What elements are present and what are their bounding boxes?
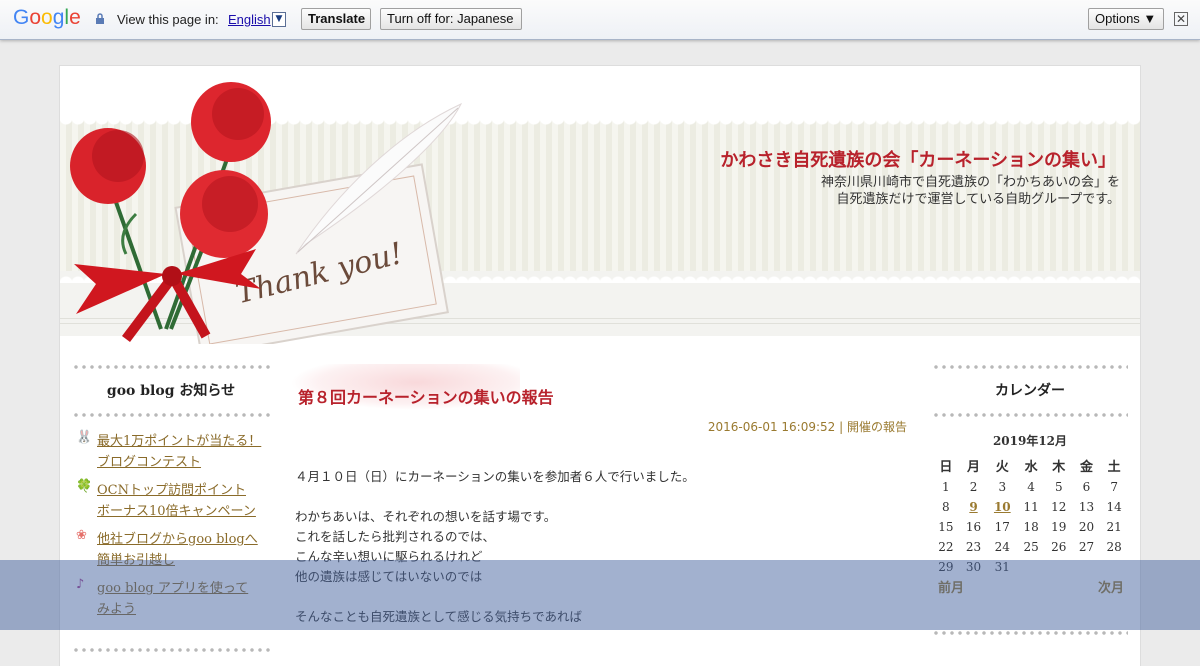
bottom-overlay [0, 560, 1200, 630]
view-page-label: View this page in: [117, 12, 219, 27]
notice-link[interactable]: 最大1万ポイントが当たる！ ブログコンテスト [97, 434, 261, 470]
calendar-day-link[interactable]: 10 [987, 497, 1017, 517]
calendar-day: 3 [998, 480, 1007, 494]
calendar-day: 21 [1106, 520, 1122, 534]
meta-separator: | [835, 420, 847, 434]
translate-button[interactable]: Translate [301, 8, 371, 30]
options-button[interactable]: Options ▼ [1088, 8, 1164, 30]
notice-link[interactable]: OCNトップ訪問ポイント ボーナス10倍キャンペーン [97, 483, 256, 519]
calendar-day: 20 [1078, 520, 1095, 534]
carnation-illustration: Thank you! [70, 82, 463, 344]
close-icon[interactable]: ✕ [1174, 12, 1188, 26]
notice-item: 🐰 最大1万ポイントが当たる！ ブログコンテスト [76, 430, 270, 472]
calendar-day: 8 [942, 500, 950, 514]
weekday-header: 土 [1107, 459, 1121, 475]
calendar-week: 15 16 17 18 19 20 21 [932, 517, 1128, 537]
calendar-day: 28 [1106, 540, 1122, 554]
calendar-day: 19 [1051, 520, 1067, 534]
calendar-day: 22 [938, 540, 954, 554]
paragraph: ４月１０日（日）にカーネーションの集いを参加者６人で行いました。 [295, 469, 695, 484]
calendar-day: 18 [1023, 520, 1039, 534]
calendar-day: 7 [1110, 480, 1118, 494]
calendar-table: 日月火水木金土 1 2 3 4 5 6 7 8 9 10 11 12 13 14 15 16 17 18 19 20 2… [932, 453, 1128, 577]
blog-header: Thank you! かわさき自死遺族の会「カーネーションの集い」 神奈川県川崎… [60, 66, 1140, 344]
calendar-day: 24 [994, 540, 1010, 554]
weekday-header: 月 [967, 459, 981, 475]
calendar-day: 11 [1023, 500, 1039, 514]
post-date: 2016-06-01 16:09:52 [707, 420, 836, 434]
divider [72, 410, 270, 420]
clover-icon: 🍀 [76, 479, 93, 494]
notice-item: 🍀 OCNトップ訪問ポイント ボーナス10倍キャンペーン [76, 479, 270, 521]
weekday-header: 木 [1052, 459, 1066, 475]
post-meta: 2016-06-01 16:09:52 | 開催の報告 [295, 418, 907, 435]
calendar-day: 1 [942, 480, 950, 494]
calendar-week: 8 9 10 11 12 13 14 [932, 497, 1128, 517]
weekday-header: 金 [1079, 459, 1093, 475]
weekday-header: 日 [939, 459, 953, 475]
calendar-day: 12 [1051, 500, 1067, 514]
calendar-month: 2019年12月 [992, 434, 1068, 448]
calendar-day: 15 [938, 520, 954, 534]
description-line: 自死遺族だけで運営している自助グループです。 [836, 192, 1120, 207]
divider [932, 362, 1128, 372]
calendar-day-link[interactable]: 9 [960, 497, 988, 517]
dropdown-arrow-icon[interactable]: ▼ [272, 12, 286, 27]
calendar-day: 4 [1027, 480, 1035, 494]
calendar-day: 13 [1078, 500, 1095, 514]
notice-heading: goo blog お知らせ [106, 383, 236, 399]
description-line: 神奈川県川崎市で自死遺族の「わかちあいの会」を [820, 175, 1120, 190]
site-description: 神奈川県川崎市で自死遺族の「わかちあいの会」を 自死遺族だけで運営している自助グ… [720, 174, 1120, 208]
calendar-day: 6 [1082, 480, 1091, 494]
language-select[interactable]: English [228, 12, 271, 27]
calendar-day: 23 [965, 540, 982, 554]
post-category-link[interactable]: 開催の報告 [847, 420, 907, 434]
calendar-week: 1 2 3 4 5 6 7 [932, 477, 1128, 497]
translate-bar: Google View this page in: English ▼ Tran… [0, 0, 1200, 40]
calendar-heading: カレンダー [995, 383, 1065, 399]
calendar-day: 14 [1106, 500, 1122, 514]
calendar-day: 25 [1023, 540, 1039, 554]
divider [932, 410, 1128, 420]
site-title[interactable]: かわさき自死遺族の会「カーネーションの集い」 [720, 146, 1116, 172]
calendar-day: 27 [1078, 540, 1095, 554]
calendar-day: 2 [969, 480, 978, 494]
rabbit-icon: 🐰 [76, 430, 93, 445]
post-title-text[interactable]: 第８回カーネーションの集いの報告 [298, 388, 554, 407]
weekday-header: 水 [1024, 459, 1038, 475]
divider [72, 645, 270, 655]
post-title[interactable]: 第８回カーネーションの集いの報告 [290, 364, 907, 410]
calendar-day: 16 [965, 520, 982, 534]
calendar-day: 5 [1054, 480, 1063, 494]
lock-icon [96, 13, 104, 24]
google-logo: Google [13, 6, 81, 29]
flower-icon: ❀ [76, 528, 87, 543]
turn-off-button[interactable]: Turn off for: Japanese [380, 8, 522, 30]
calendar-day: 17 [994, 520, 1010, 534]
divider [72, 362, 270, 372]
calendar-day: 26 [1051, 540, 1067, 554]
calendar-week: 22 23 24 25 26 27 28 [932, 537, 1128, 557]
weekday-header: 火 [995, 459, 1009, 475]
